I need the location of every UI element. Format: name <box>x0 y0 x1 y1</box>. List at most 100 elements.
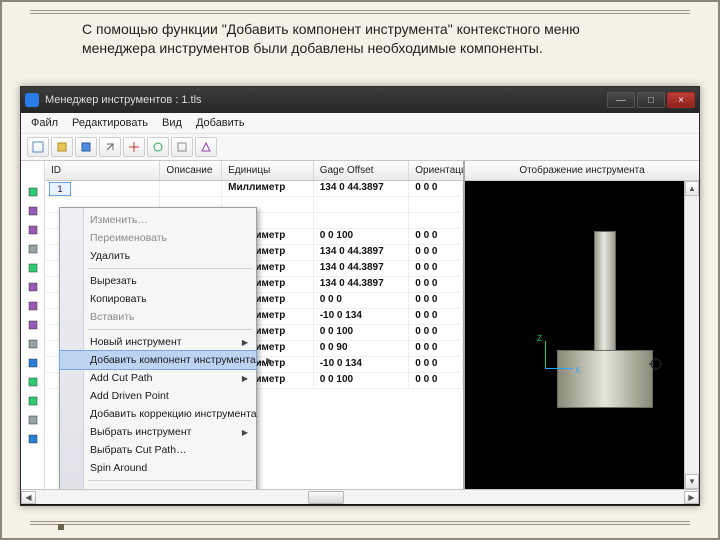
tree-node-icon[interactable] <box>28 225 38 238</box>
toolbar-button-5[interactable] <box>123 137 145 157</box>
tree-node-icon[interactable] <box>28 282 38 295</box>
context-item-label: Выбрать Cut Path… <box>90 444 187 456</box>
context-item-label: Вырезать <box>90 275 137 287</box>
hscroll-thumb[interactable] <box>308 491 344 504</box>
cell-ori: 0 0 0 <box>409 181 463 196</box>
cell-ori <box>409 213 463 228</box>
context-item[interactable]: Выбрать инструмент▶ <box>60 423 256 441</box>
context-item[interactable]: Выбрать Cut Path… <box>60 441 256 459</box>
vscroll-up[interactable]: ▲ <box>685 181 699 196</box>
tree-node-icon[interactable] <box>28 301 38 314</box>
table-row[interactable]: Миллиметр134 0 44.38970 0 0 <box>45 181 463 197</box>
bottom-rule <box>30 521 690 522</box>
cell-ori: 0 0 0 <box>409 245 463 260</box>
menu-view[interactable]: Вид <box>162 117 182 129</box>
context-item[interactable]: Копировать <box>60 290 256 308</box>
tree-node-icon[interactable] <box>28 358 38 371</box>
axis-triad: X Z <box>545 333 581 369</box>
context-item[interactable]: Новый инструмент▶ <box>60 333 256 351</box>
tree-column <box>21 161 45 489</box>
hscroll-right[interactable]: ▶ <box>684 491 699 504</box>
toolbar-button-4[interactable] <box>99 137 121 157</box>
menu-file[interactable]: Файл <box>31 117 58 129</box>
app-body: ID Описание Единицы Gage Offset Ориентац… <box>21 161 699 489</box>
tree-node-icon[interactable] <box>28 434 38 447</box>
toolbar-button-3[interactable] <box>75 137 97 157</box>
axis-z-line <box>545 341 546 369</box>
tree-node-icon[interactable] <box>28 396 38 409</box>
tree-node-icon[interactable] <box>28 263 38 276</box>
cell-ori: 0 0 0 <box>409 293 463 308</box>
grid-body: 1 Изменить… ПереименоватьУдалить Вырезать К… <box>45 181 463 489</box>
toolbar-button-8[interactable] <box>195 137 217 157</box>
tree-node-icon[interactable] <box>28 187 38 200</box>
hscroll-left[interactable]: ◀ <box>21 491 36 504</box>
cell-gage: 0 0 100 <box>314 229 410 244</box>
tool-center-point-icon <box>649 357 663 371</box>
toolbar-button-6[interactable] <box>147 137 169 157</box>
context-item[interactable]: Добавить компонент инструмента…▶ <box>60 351 256 369</box>
context-item[interactable]: Раскрыть все <box>60 484 256 489</box>
context-item: Переименовать <box>60 229 256 247</box>
context-item-label: Добавить коррекцию инструмента <box>90 408 257 420</box>
slide-caption: С помощью функции "Добавить компонент ин… <box>82 20 652 58</box>
col-unit[interactable]: Единицы <box>222 161 314 180</box>
cell-ori: 0 0 0 <box>409 373 463 388</box>
id-edit-box[interactable]: 1 <box>49 182 71 196</box>
tree-node-icon[interactable] <box>28 206 38 219</box>
context-item-label: Изменить… <box>90 214 148 226</box>
context-item-label: Копировать <box>90 293 147 305</box>
toolbar-button-2[interactable] <box>51 137 73 157</box>
app-chrome: Файл Редактировать Вид Добавить <box>21 113 699 161</box>
context-item[interactable]: Удалить <box>60 247 256 265</box>
top-rule <box>30 10 690 11</box>
context-item[interactable]: Add Driven Point <box>60 387 256 405</box>
hscroll[interactable]: ◀ ▶ <box>21 489 699 504</box>
tree-node-icon[interactable] <box>28 244 38 257</box>
cell-gage <box>314 197 410 212</box>
hscroll-track[interactable] <box>36 491 684 504</box>
submenu-arrow-icon: ▶ <box>242 374 248 383</box>
context-item-label: Add Cut Path <box>90 372 152 384</box>
context-item[interactable]: Добавить коррекцию инструмента <box>60 405 256 423</box>
close-button[interactable]: × <box>667 92 695 108</box>
context-item-label: Добавить компонент инструмента… <box>90 354 266 366</box>
toolbar-button-7[interactable] <box>171 137 193 157</box>
cell-gage: 134 0 44.3897 <box>314 261 410 276</box>
cell-ori: 0 0 0 <box>409 357 463 372</box>
toolbar-button-1[interactable] <box>27 137 49 157</box>
col-ori[interactable]: Ориентация <box>409 161 463 180</box>
tree-node-icon[interactable] <box>28 320 38 333</box>
app-icon <box>25 93 39 107</box>
context-separator <box>88 268 252 269</box>
context-item-label: Add Driven Point <box>90 390 169 402</box>
viewport-3d[interactable]: Отображение инструмента X Z ▲ ▼ <box>465 161 699 489</box>
menubar: Файл Редактировать Вид Добавить <box>21 113 699 133</box>
context-item[interactable]: Вырезать <box>60 272 256 290</box>
titlebar[interactable]: Менеджер инструментов : 1.tls — □ × <box>21 87 699 113</box>
context-item-label: Выбрать инструмент <box>90 426 191 438</box>
vscroll-down[interactable]: ▼ <box>685 474 699 489</box>
context-item[interactable]: Spin Around <box>60 459 256 477</box>
col-desc[interactable]: Описание <box>160 161 222 180</box>
minimize-button[interactable]: — <box>607 92 635 108</box>
context-separator <box>88 480 252 481</box>
menu-add[interactable]: Добавить <box>196 117 245 129</box>
tree-node-icon[interactable] <box>28 377 38 390</box>
context-item[interactable]: Add Cut Path ▶ <box>60 369 256 387</box>
cell-ori: 0 0 0 <box>409 229 463 244</box>
tree-node-icon[interactable] <box>28 339 38 352</box>
context-menu: Изменить… ПереименоватьУдалить Вырезать Коп… <box>59 207 257 489</box>
foot-square-icon <box>58 524 64 530</box>
cell-ori: 0 0 0 <box>409 309 463 324</box>
viewport-vscroll[interactable]: ▲ ▼ <box>684 181 699 489</box>
menu-edit[interactable]: Редактировать <box>72 117 148 129</box>
col-gage[interactable]: Gage Offset <box>314 161 410 180</box>
col-id[interactable]: ID <box>45 161 160 180</box>
cell-gage: 0 0 100 <box>314 325 410 340</box>
cell-gage: 0 0 90 <box>314 341 410 356</box>
submenu-arrow-icon: ▶ <box>266 356 272 365</box>
tree-node-icon[interactable] <box>28 415 38 428</box>
cell-ori: 0 0 0 <box>409 341 463 356</box>
maximize-button[interactable]: □ <box>637 92 665 108</box>
